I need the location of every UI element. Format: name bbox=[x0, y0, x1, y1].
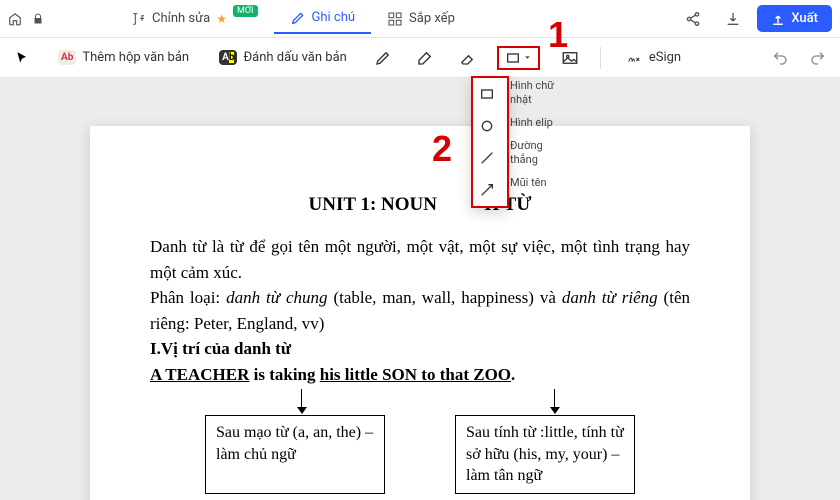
mode-tabs: Chỉnh sửa ★ MỚI Ghi chú Sắp xếp bbox=[114, 4, 471, 34]
star-icon: ★ bbox=[216, 12, 227, 26]
shape-line-label: Đường thẳng bbox=[510, 138, 558, 168]
highlighter-tool[interactable] bbox=[413, 46, 437, 70]
tab-annotate[interactable]: Ghi chú bbox=[274, 4, 372, 34]
export-button[interactable]: Xuất bbox=[757, 5, 832, 32]
lock-icon bbox=[32, 13, 44, 25]
new-badge: MỚI bbox=[233, 5, 258, 17]
doc-p1: Danh từ là từ để gọi tên một người, một … bbox=[150, 234, 690, 285]
doc-title: UNIT 1: NOUN H TỪ bbox=[150, 194, 690, 216]
ab-highlight-icon: Ab bbox=[219, 50, 237, 65]
eraser-tool[interactable] bbox=[455, 46, 479, 70]
redo-icon[interactable] bbox=[806, 46, 830, 70]
shape-labels: Hình chữ nhật Hình elip Đường thẳng Mũi … bbox=[510, 78, 558, 198]
shape-ellipse[interactable] bbox=[473, 110, 507, 142]
tab-edit-label: Chỉnh sửa bbox=[152, 11, 210, 26]
tab-organize[interactable]: Sắp xếp bbox=[371, 4, 471, 34]
undo-icon[interactable] bbox=[768, 46, 792, 70]
shape-dropdown[interactable] bbox=[471, 76, 509, 208]
annotation-2: 2 bbox=[432, 128, 452, 170]
shape-tool[interactable] bbox=[497, 46, 540, 70]
tab-annotate-label: Ghi chú bbox=[312, 10, 356, 25]
esign-label: eSign bbox=[649, 50, 681, 65]
tab-edit[interactable]: Chỉnh sửa ★ MỚI bbox=[114, 4, 274, 34]
shape-rectangle[interactable] bbox=[473, 78, 507, 110]
top-right: Xuất bbox=[677, 5, 832, 33]
arrow-1 bbox=[295, 389, 309, 413]
share-icon[interactable] bbox=[677, 5, 709, 33]
esign-button[interactable]: eSign bbox=[619, 46, 687, 69]
home-icon[interactable] bbox=[8, 12, 22, 26]
doc-example: A TEACHER is taking his little SON to th… bbox=[150, 362, 690, 388]
shape-arrow[interactable] bbox=[473, 174, 507, 206]
doc-p2: Phân loại: danh từ chung (table, man, wa… bbox=[150, 285, 690, 336]
pen-tool[interactable] bbox=[371, 46, 395, 70]
toolbar-right bbox=[768, 46, 830, 70]
highlight-button[interactable]: Ab Đánh dấu văn bản bbox=[213, 46, 353, 69]
doc-box-1: Sau mạo từ (a, an, the) – làm chủ ngữ bbox=[205, 415, 385, 494]
export-label: Xuất bbox=[791, 11, 818, 26]
cursor-tool[interactable] bbox=[10, 46, 34, 70]
add-text-label: Thêm hộp văn bản bbox=[82, 50, 189, 65]
shape-ellipse-label: Hình elip bbox=[510, 108, 558, 138]
annotation-1: 1 bbox=[548, 14, 568, 56]
document-canvas[interactable]: UNIT 1: NOUN H TỪ Danh từ là từ để gọi t… bbox=[0, 78, 840, 500]
ab-icon: Ab bbox=[58, 50, 76, 65]
download-icon[interactable] bbox=[717, 5, 749, 33]
highlight-label: Đánh dấu văn bản bbox=[243, 50, 346, 65]
top-bar: Chỉnh sửa ★ MỚI Ghi chú Sắp xếp Xuất bbox=[0, 0, 840, 38]
shape-line[interactable] bbox=[473, 142, 507, 174]
add-text-button[interactable]: Ab Thêm hộp văn bản bbox=[52, 46, 195, 69]
arrow-2 bbox=[548, 389, 562, 413]
doc-section: I.Vị trí của danh từ bbox=[150, 336, 690, 362]
shape-arrow-label: Mũi tên bbox=[510, 168, 558, 198]
chevron-down-icon bbox=[523, 53, 532, 62]
shape-rectangle-label: Hình chữ nhật bbox=[510, 78, 558, 108]
document-page: UNIT 1: NOUN H TỪ Danh từ là từ để gọi t… bbox=[90, 126, 750, 500]
doc-box-2: Sau tính từ :little, tính từ sở hữu (his… bbox=[455, 415, 635, 494]
tab-organize-label: Sắp xếp bbox=[409, 11, 455, 26]
top-left-icons: Chỉnh sửa ★ MỚI Ghi chú Sắp xếp bbox=[8, 4, 471, 34]
annotate-toolbar: Ab Thêm hộp văn bản Ab Đánh dấu văn bản … bbox=[0, 38, 840, 78]
doc-boxes: Sau mạo từ (a, an, the) – làm chủ ngữ Sa… bbox=[150, 415, 690, 494]
